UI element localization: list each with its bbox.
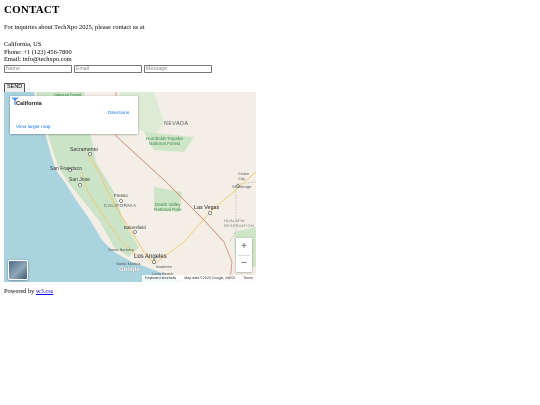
location-text: California, US [4,41,42,48]
place-card: California Directions View larger map [10,96,138,134]
w3css-link[interactable]: w3.css [36,288,53,295]
label-st-george: St. George [232,184,252,189]
contact-form [4,64,536,73]
name-input[interactable] [4,64,72,73]
label-nevada: NEVADA [164,121,189,127]
view-larger-map-link[interactable]: View larger map [16,125,51,130]
message-input[interactable] [144,64,212,73]
label-san-francisco: San Francisco [50,166,82,172]
zoom-in-button[interactable]: + [236,238,252,255]
label-santa-monica: Santa Monica [116,261,141,266]
terms-link[interactable]: Terms [243,275,253,282]
label-sacramento: Sacramento [70,147,98,153]
phone-text: Phone: +1 (123) 456-7890 [4,48,72,56]
label-california: CALIFORNIA [104,203,137,208]
google-map[interactable]: NEVADA CALIFORNIA Sacramento San Francis… [4,92,256,282]
keyboard-shortcuts-link[interactable]: Keyboard shortcuts [145,275,176,282]
email-text: Email: info@techxpo.com [4,56,72,64]
directions-link[interactable]: Directions [108,111,129,116]
directions-icon[interactable] [10,96,20,106]
label-fresno: Fresno [114,193,128,198]
label-cedar-city: Cedar City [238,171,249,181]
las-vegas-dot [208,211,212,215]
zoom-control: + − [236,238,252,272]
zoom-out-button[interactable]: − [236,255,252,272]
label-los-angeles: Los Angeles [134,254,167,260]
bakersfield-dot [133,230,137,234]
email-input[interactable] [74,64,142,73]
label-humboldt-forest: Humboldt-Toiyabe National Forest [146,136,184,147]
intro-text: For inquiries about TechXpo 2025, please… [4,24,145,31]
google-logo: Google [119,267,140,273]
san-jose-dot [78,183,82,187]
label-san-jose: San Jose [69,177,90,183]
powered-by: Powered by w3.css [4,288,53,295]
map-data-text: Map data ©2025 Google, INEGI [184,276,236,280]
label-anaheim: Anaheim [156,264,172,269]
label-las-vegas: Las Vegas [194,205,220,211]
label-santa-barbara: Santa Barbara [108,247,134,252]
page-title: CONTACT [4,4,60,16]
zoom-divider [238,254,250,255]
powered-by-text: Powered by [4,288,35,295]
label-hualapai: HUALAPAI RESERVATION [224,219,254,228]
contact-section: CONTACT For inquiries about TechXpo 2025… [4,0,536,93]
satellite-toggle[interactable] [8,260,28,280]
map-attribution: Keyboard shortcuts Map data ©2025 Google… [142,275,256,282]
fresno-dot [119,199,123,203]
label-death-valley: Death Valley National Park [154,202,182,213]
label-bakersfield: Bakersfield [124,225,146,230]
